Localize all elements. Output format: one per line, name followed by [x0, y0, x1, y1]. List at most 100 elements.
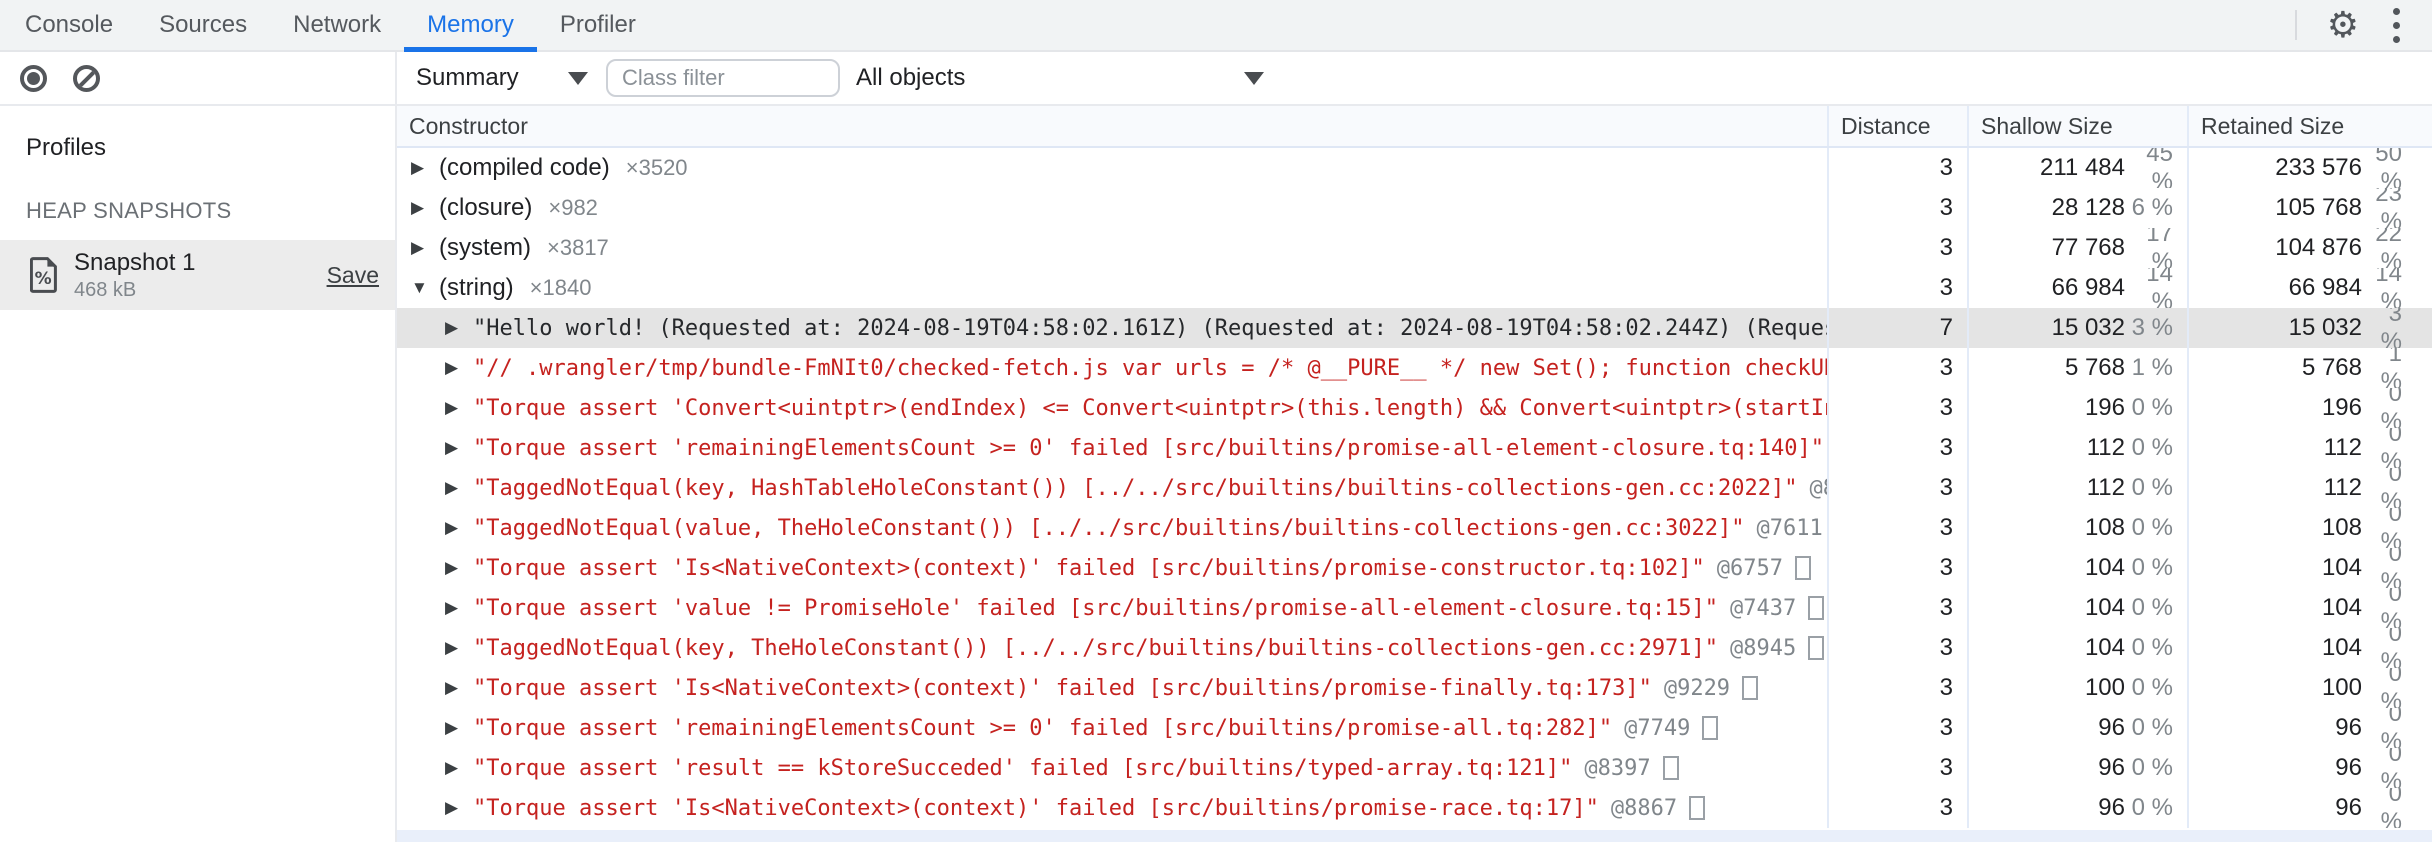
shallow-size-cell: 96 0 % [1967, 708, 2187, 748]
column-header-constructor[interactable]: Constructor [397, 106, 1827, 146]
missing-glyph-box-icon [1795, 556, 1812, 580]
missing-glyph-box-icon [1808, 596, 1825, 620]
table-row[interactable]: ▶ "TaggedNotEqual(key, TheHoleConstant())… [397, 628, 2432, 668]
expand-triangle-icon[interactable]: ▶ [445, 318, 473, 338]
shallow-size-cell: 15 032 3 % [1967, 308, 2187, 348]
collapse-triangle-icon[interactable]: ▼ [411, 278, 439, 298]
shallow-size-value: 28 128 [2051, 194, 2125, 221]
shallow-size-percent: 0 % [2131, 634, 2173, 661]
table-row[interactable]: ▶ (closure) ×982 3 28 128 6 % 105 768 23 % [397, 188, 2432, 228]
table-row[interactable]: ▼ (string) ×1840 3 66 984 14 % 66 984 14 % [397, 268, 2432, 308]
retained-size-percent: 14 % [2375, 268, 2402, 308]
save-snapshot-link[interactable]: Save [327, 262, 385, 289]
column-header-distance[interactable]: Distance [1827, 106, 1967, 146]
string-value: "Torque assert 'remainingElementsCount >… [473, 435, 1825, 461]
class-filter-input[interactable] [606, 59, 840, 97]
objects-filter-select[interactable]: All objects [856, 64, 1264, 92]
expand-triangle-icon[interactable]: ▶ [445, 398, 473, 418]
topbar-divider [2294, 10, 2297, 40]
topbar-actions: ⚙ [2294, 0, 2432, 50]
table-row[interactable]: ▶ "Torque assert 'Is<NativeContext>(conte… [397, 668, 2432, 708]
shallow-size-cell: 108 0 % [1967, 508, 2187, 548]
missing-glyph-box-icon [1689, 796, 1706, 820]
constructor-cell: ▶ "Torque assert 'result == kStoreSuccede… [397, 748, 1827, 788]
retained-size-cell: 66 984 14 % [2187, 268, 2432, 308]
retained-size-value: 105 768 [2275, 194, 2362, 221]
expand-triangle-icon[interactable]: ▶ [445, 518, 473, 538]
shallow-size-value: 5 768 [2064, 354, 2125, 381]
snapshot-labels: Snapshot 1 468 kB [74, 248, 195, 302]
column-header-shallow-size[interactable]: Shallow Size [1967, 106, 2187, 146]
shallow-size-cell: 96 0 % [1967, 788, 2187, 828]
retained-size-cell: 104 0 % [2187, 628, 2432, 668]
retained-size-cell: 108 0 % [2187, 508, 2432, 548]
table-row[interactable]: ▶ "TaggedNotEqual(value, TheHoleConstant(… [397, 508, 2432, 548]
tab-profiler[interactable]: Profiler [537, 0, 659, 50]
expand-triangle-icon[interactable]: ▶ [445, 718, 473, 738]
expand-triangle-icon[interactable]: ▶ [445, 438, 473, 458]
table-row[interactable]: ▶ "Torque assert 'remainingElementsCount … [397, 708, 2432, 748]
retained-size-cell: 96 0 % [2187, 748, 2432, 788]
perspective-select[interactable]: Summary [416, 64, 588, 92]
more-options-icon[interactable] [2389, 4, 2404, 47]
distance-cell: 3 [1827, 228, 1967, 268]
table-row[interactable]: ▶ "Hello world! (Requested at: 2024-08-19… [397, 308, 2432, 348]
shallow-size-cell: 112 0 % [1967, 428, 2187, 468]
expand-triangle-icon[interactable]: ▶ [445, 478, 473, 498]
instance-count: ×3520 [625, 155, 688, 180]
snapshot-list-item[interactable]: % Snapshot 1 468 kB Save [0, 240, 395, 310]
expand-triangle-icon[interactable]: ▶ [445, 758, 473, 778]
expand-triangle-icon[interactable]: ▶ [445, 798, 473, 818]
table-row[interactable]: ▶ "Torque assert 'Is<NativeContext>(conte… [397, 788, 2432, 828]
constructor-name: (system) [439, 234, 531, 261]
string-value: "Hello world! (Requested at: 2024-08-19T… [473, 315, 1827, 341]
table-row[interactable]: ▶ "TaggedNotEqual(key, HashTableHoleConst… [397, 468, 2432, 508]
shallow-size-percent: 0 % [2131, 714, 2173, 741]
expand-triangle-icon[interactable]: ▶ [445, 558, 473, 578]
table-row[interactable]: ▶ (compiled code) ×3520 3 211 484 45 % 233 576… [397, 148, 2432, 188]
tab-console[interactable]: Console [2, 0, 136, 50]
tab-memory[interactable]: Memory [404, 0, 537, 52]
shallow-size-percent: 45 % [2146, 148, 2173, 188]
table-row[interactable]: ▶ "Torque assert 'Is<NativeContext>(conte… [397, 548, 2432, 588]
shallow-size-percent: 6 % [2131, 194, 2173, 221]
tab-network[interactable]: Network [270, 0, 404, 50]
retained-size-percent: 0 % [2380, 628, 2402, 668]
shallow-size-cell: 96 0 % [1967, 748, 2187, 788]
column-header-retained-size[interactable]: Retained Size [2187, 106, 2432, 146]
record-heap-snapshot-icon[interactable] [20, 64, 47, 92]
devtools-window: Console Sources Network Memory Profiler ⚙ Pr… [0, 0, 2432, 842]
table-row[interactable]: ▶ "Torque assert 'result == kStoreSuccede… [397, 748, 2432, 788]
expand-triangle-icon[interactable]: ▶ [411, 238, 439, 258]
clear-profiles-icon[interactable] [73, 64, 100, 92]
table-row[interactable]: ▶ "Torque assert 'value != PromiseHole' f… [397, 588, 2432, 628]
object-id: @9229 [1663, 675, 1731, 701]
shallow-size-percent: 3 % [2131, 314, 2173, 341]
expand-triangle-icon[interactable]: ▶ [445, 638, 473, 658]
retained-size-value: 104 [2321, 634, 2362, 661]
distance-cell: 3 [1827, 428, 1967, 468]
expand-triangle-icon[interactable]: ▶ [411, 158, 439, 178]
settings-gear-icon[interactable]: ⚙ [2327, 7, 2359, 43]
distance-cell: 3 [1827, 388, 1967, 428]
expand-triangle-icon[interactable]: ▶ [445, 598, 473, 618]
retained-size-percent: 0 % [2380, 548, 2402, 588]
constructor-cell: ▼ (string) ×1840 [397, 268, 1827, 308]
retained-size-value: 104 876 [2275, 234, 2362, 261]
expand-triangle-icon[interactable]: ▶ [445, 358, 473, 378]
table-row[interactable]: ▶ "Torque assert 'Convert<uintptr>(endInd… [397, 388, 2432, 428]
retained-size-value: 108 [2321, 514, 2362, 541]
retained-size-percent: 0 % [2380, 668, 2402, 708]
missing-glyph-box-icon [1662, 756, 1679, 780]
retained-size-cell: 96 0 % [2187, 708, 2432, 748]
expand-triangle-icon[interactable]: ▶ [411, 198, 439, 218]
object-id: @7437 [1730, 595, 1797, 621]
shallow-size-percent: 0 % [2131, 594, 2173, 621]
tab-sources[interactable]: Sources [136, 0, 270, 50]
retained-size-value: 104 [2321, 554, 2362, 581]
expand-triangle-icon[interactable]: ▶ [445, 678, 473, 698]
distance-cell: 3 [1827, 188, 1967, 228]
table-row[interactable]: ▶ "// .wrangler/tmp/bundle-FmNIt0/checked… [397, 348, 2432, 388]
table-row[interactable]: ▶ (system) ×3817 3 77 768 17 % 104 876 22 % [397, 228, 2432, 268]
table-row[interactable]: ▶ "Torque assert 'remainingElementsCount … [397, 428, 2432, 468]
